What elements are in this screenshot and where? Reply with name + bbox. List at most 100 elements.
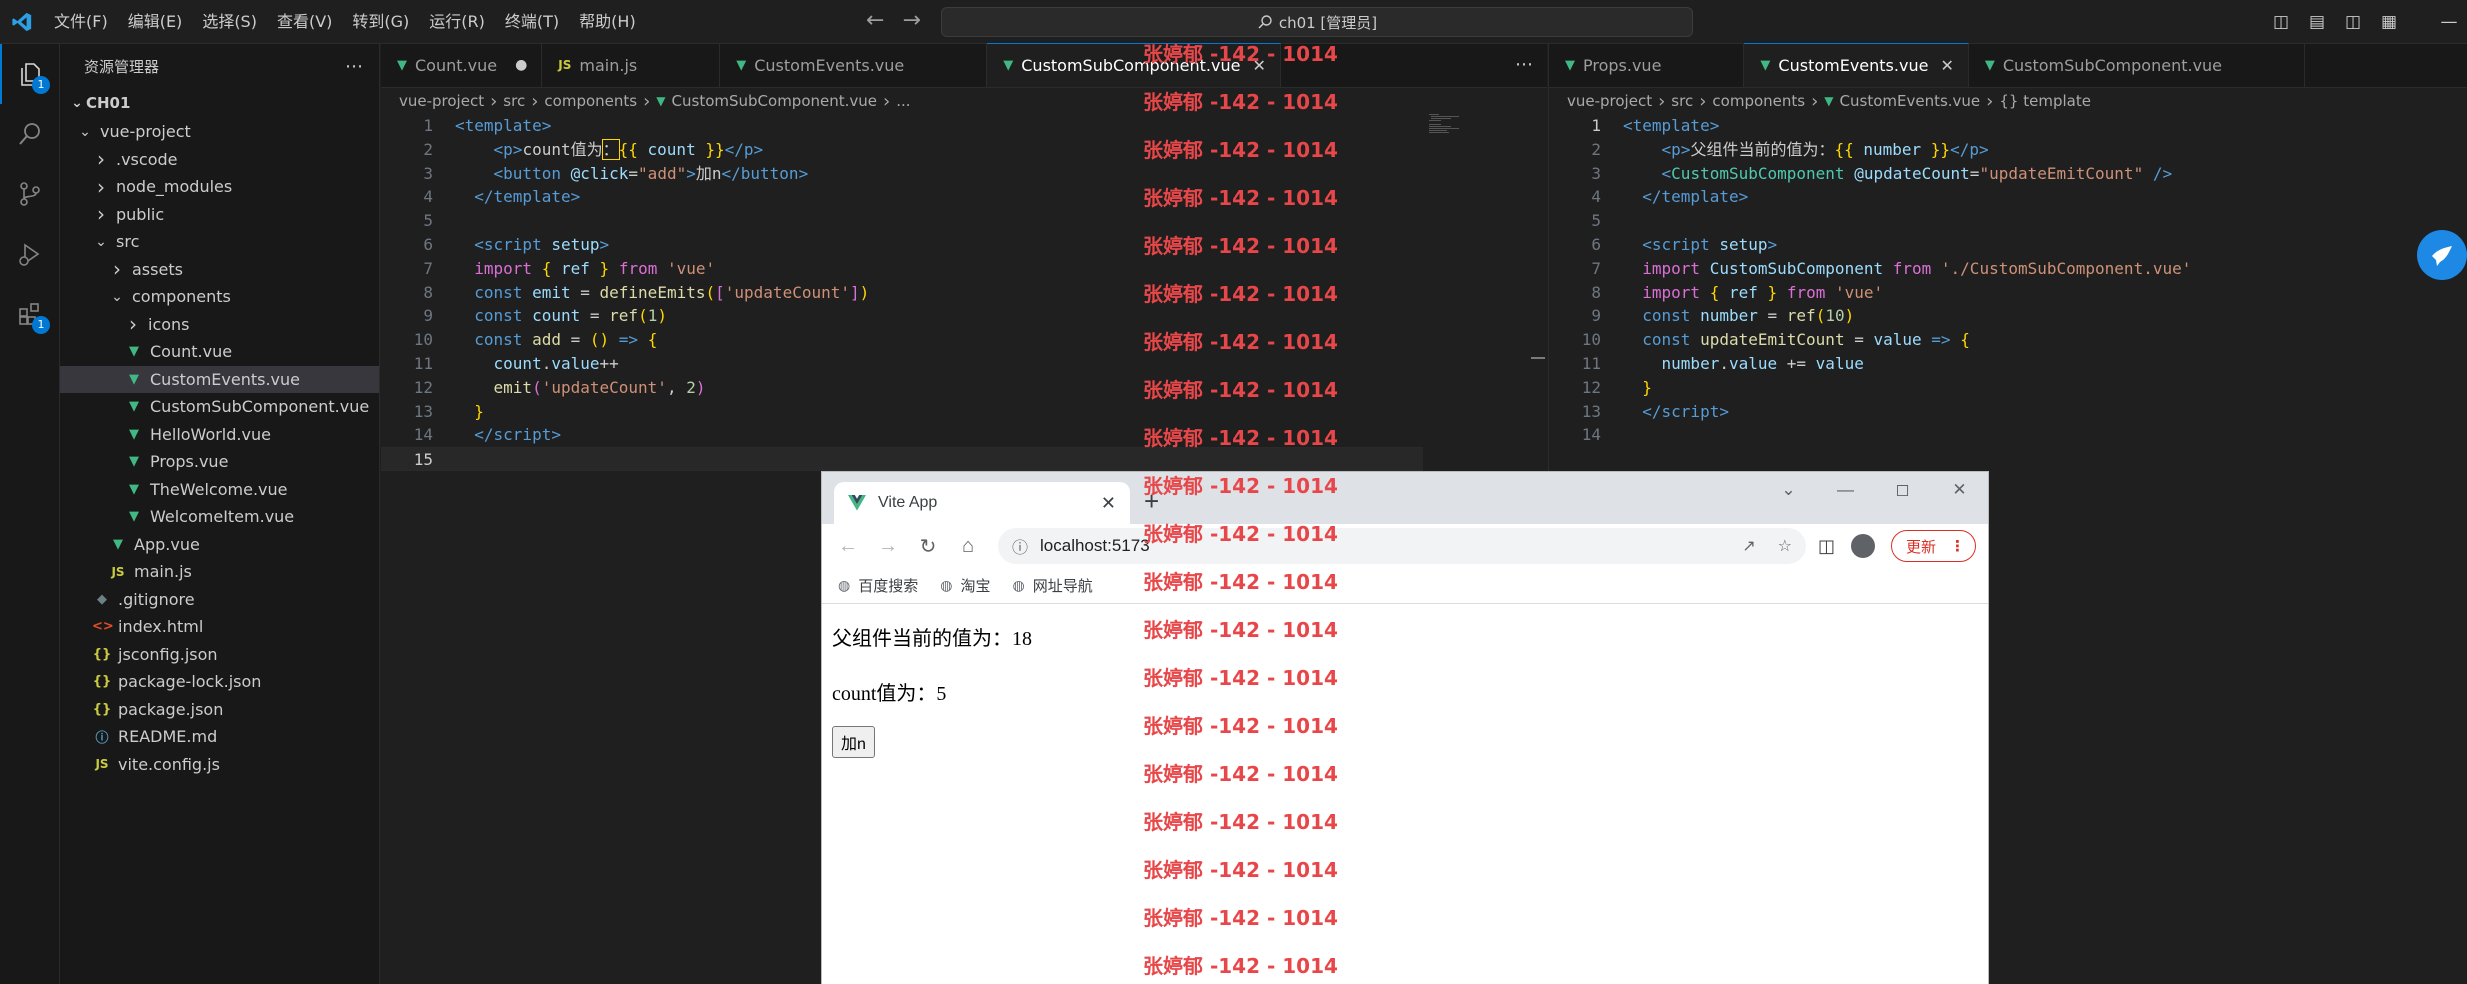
more-actions-icon[interactable]: ⋯ <box>1515 54 1533 75</box>
close-icon[interactable]: ✕ <box>1931 480 1988 500</box>
search-activity[interactable] <box>0 104 60 164</box>
minimap-left[interactable] <box>1429 114 1489 138</box>
menu-item[interactable]: 选择(S) <box>192 0 267 44</box>
editor-tab[interactable]: ▼ CustomEvents.vue <box>720 43 988 87</box>
run-debug-activity[interactable] <box>0 224 60 284</box>
code-editor-right[interactable]: 1 <template> 2 <p>父组件当前的值为：{{ number }}</… <box>1549 114 2467 447</box>
breadcrumb-item[interactable]: components <box>544 92 637 110</box>
workspace-section[interactable]: ⌄ CH01 <box>60 88 379 118</box>
tree-item[interactable]: JS vite.config.js <box>60 751 379 779</box>
menu-item[interactable]: 终端(T) <box>495 0 569 44</box>
update-label: 更新 <box>1906 538 1937 556</box>
maximize-icon[interactable]: ◻ <box>1874 480 1931 500</box>
breadcrumb-item[interactable]: components <box>1712 92 1805 110</box>
tree-item-label: assets <box>132 259 183 279</box>
tree-item[interactable]: ▼ App.vue <box>60 531 379 559</box>
editor-tab[interactable]: JS main.js <box>542 43 721 87</box>
tree-item[interactable]: ▼ CustomEvents.vue <box>60 365 379 393</box>
breadcrumb-item[interactable]: CustomSubComponent.vue <box>672 92 877 110</box>
tree-item[interactable]: › icons <box>60 311 379 339</box>
new-tab-icon[interactable]: + <box>1144 486 1159 517</box>
menu-item[interactable]: 转到(G) <box>342 0 419 44</box>
tree-item[interactable]: JS main.js <box>60 558 379 586</box>
close-tab-icon[interactable]: ✕ <box>1101 493 1116 514</box>
menu-item[interactable]: 帮助(H) <box>569 0 646 44</box>
forward-arrow-icon[interactable]: → <box>868 535 908 558</box>
site-info-icon[interactable]: ⓘ <box>1012 534 1028 558</box>
breadcrumb-item[interactable]: vue-project <box>399 92 484 110</box>
menu-item[interactable]: 查看(V) <box>267 0 342 44</box>
tree-item[interactable]: › assets <box>60 256 379 284</box>
minimize-icon[interactable]: — <box>1817 480 1874 500</box>
editor-tab[interactable]: ▼ CustomSubComponent.vue ✕ <box>987 43 1281 87</box>
profile-avatar-icon[interactable] <box>1851 534 1876 558</box>
tab-search-icon[interactable]: ⌄ <box>1760 480 1817 500</box>
breadcrumb-item[interactable]: src <box>503 92 525 110</box>
close-icon[interactable]: ✕ <box>1252 56 1265 75</box>
share-icon[interactable]: ↗ <box>1742 536 1755 556</box>
command-center[interactable]: ch01 [管理员] <box>941 7 1693 37</box>
tree-item[interactable]: ▼ WelcomeItem.vue <box>60 503 379 531</box>
forward-arrow-icon[interactable]: → <box>902 8 920 33</box>
update-button[interactable]: 更新 ⋮ <box>1891 530 1977 562</box>
code-editor-left[interactable]: 1 <template> 2 <p>count值为：{{ count }}</p>… <box>381 114 1547 471</box>
breadcrumb-item[interactable]: CustomEvents.vue <box>1840 92 1981 110</box>
scrollbar-thumb[interactable] <box>1531 357 1545 359</box>
more-actions-icon[interactable]: ⋯ <box>345 56 363 77</box>
minimize-icon[interactable]: — <box>2431 12 2467 32</box>
bookmark-item[interactable]: ◍ 百度搜索 <box>838 575 918 596</box>
address-bar[interactable]: ⓘ localhost:5173 ↗ ☆ <box>998 528 1806 564</box>
chevron-right-icon: › <box>1986 90 1994 112</box>
breadcrumb-item[interactable]: src <box>1671 92 1693 110</box>
close-icon[interactable]: ✕ <box>1940 56 1953 75</box>
bookmark-star-icon[interactable]: ☆ <box>1778 536 1792 556</box>
tree-item[interactable]: ▼ Props.vue <box>60 448 379 476</box>
tree-item[interactable]: ⌄ components <box>60 283 379 311</box>
tree-item[interactable]: › public <box>60 201 379 229</box>
bookmark-item[interactable]: ◍ 网址导航 <box>1012 575 1092 596</box>
tree-item[interactable]: ▼ TheWelcome.vue <box>60 476 379 504</box>
menu-item[interactable]: 运行(R) <box>419 0 495 44</box>
back-arrow-icon[interactable]: ← <box>828 535 868 558</box>
tree-item-label: .gitignore <box>118 589 195 609</box>
toggle-sidebar-icon[interactable]: ◫ <box>2263 12 2299 32</box>
breadcrumb-item[interactable]: vue-project <box>1567 92 1652 110</box>
bird-assistant-icon[interactable] <box>2417 230 2467 280</box>
source-control-activity[interactable] <box>0 164 60 224</box>
back-arrow-icon[interactable]: ← <box>866 8 884 33</box>
menu-item[interactable]: 编辑(E) <box>118 0 193 44</box>
tree-item[interactable]: {} package.json <box>60 696 379 724</box>
editor-tab[interactable]: ▼ CustomSubComponent.vue <box>1969 43 2306 87</box>
line-number: 10 <box>1581 330 1601 350</box>
toggle-secondary-sidebar-icon[interactable]: ◫ <box>2335 12 2371 32</box>
editor-tab[interactable]: ▼ CustomEvents.vue ✕ <box>1744 43 1969 87</box>
breadcrumb-item[interactable]: ... <box>896 92 910 110</box>
tree-item[interactable]: <> index.html <box>60 613 379 641</box>
editor-tab[interactable]: ▼ Count.vue ● <box>381 43 543 87</box>
toggle-panel-icon[interactable]: ▤ <box>2299 12 2335 32</box>
tree-item[interactable]: {} package-lock.json <box>60 668 379 696</box>
customize-layout-icon[interactable]: ▦ <box>2371 12 2407 32</box>
extensions-activity[interactable]: 1 <box>0 284 60 344</box>
reload-icon[interactable]: ↻ <box>908 534 948 559</box>
tree-item[interactable]: ⌄ vue-project <box>60 118 379 146</box>
chevron-right-icon: › <box>97 147 105 172</box>
menu-item[interactable]: 文件(F) <box>44 0 118 44</box>
tree-item[interactable]: ◆ .gitignore <box>60 586 379 614</box>
side-panel-icon[interactable]: ◫ <box>1818 536 1835 557</box>
tree-item[interactable]: ⓘ README.md <box>60 723 379 751</box>
tree-item[interactable]: ▼ Count.vue <box>60 338 379 366</box>
bookmark-item[interactable]: ◍ 淘宝 <box>940 575 990 596</box>
tree-item[interactable]: ⌄ src <box>60 228 379 256</box>
browser-tab[interactable]: Vite App ✕ <box>834 482 1130 524</box>
tree-item[interactable]: › node_modules <box>60 173 379 201</box>
tree-item[interactable]: {} jsconfig.json <box>60 641 379 669</box>
tree-item[interactable]: › .vscode <box>60 146 379 174</box>
breadcrumb-item[interactable]: {} template <box>1999 92 2091 110</box>
editor-tab[interactable]: ▼ Props.vue <box>1549 43 1745 87</box>
add-n-button[interactable]: 加n <box>832 726 875 758</box>
tree-item[interactable]: ▼ HelloWorld.vue <box>60 421 379 449</box>
home-icon[interactable]: ⌂ <box>948 535 988 558</box>
explorer-activity[interactable]: 1 <box>0 44 60 104</box>
tree-item[interactable]: ▼ CustomSubComponent.vue <box>60 393 379 421</box>
